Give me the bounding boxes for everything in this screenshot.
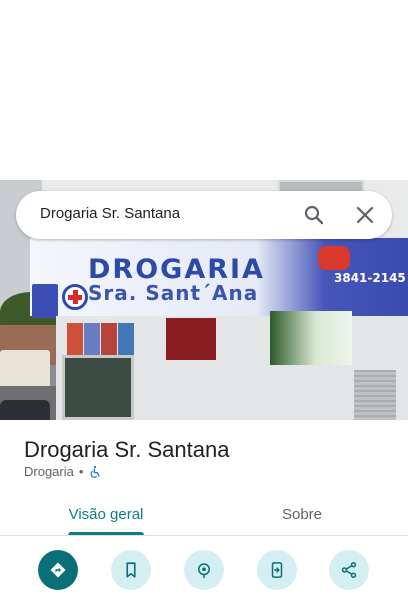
- sign-phone: 3841-2145: [334, 271, 406, 285]
- map-blank-area: [0, 0, 408, 180]
- directions-button[interactable]: [38, 550, 78, 590]
- tab-about[interactable]: Sobre: [248, 492, 356, 536]
- search-icon[interactable]: [302, 203, 326, 227]
- sign-subtitle: Sra. Sant´Ana: [88, 281, 259, 305]
- photo-poster: [118, 323, 134, 355]
- scooter-icon: [318, 246, 350, 270]
- photo-advert: [270, 311, 352, 365]
- photo-poster: [67, 323, 83, 355]
- tab-overview[interactable]: Visão geral: [52, 492, 160, 536]
- sign-logo: [32, 284, 58, 318]
- meta-separator: •: [78, 464, 84, 479]
- search-query[interactable]: Drogaria Sr. Santana: [40, 205, 180, 222]
- share-icon: [341, 562, 357, 578]
- bookmark-icon: [126, 562, 136, 578]
- save-button[interactable]: [111, 550, 151, 590]
- place-meta: Drogaria •: [24, 464, 102, 479]
- directions-icon: [50, 562, 66, 578]
- nearby-button[interactable]: [184, 550, 224, 590]
- send-to-phone-button[interactable]: [257, 550, 297, 590]
- close-icon[interactable]: [353, 203, 377, 227]
- nearby-icon: [198, 563, 210, 579]
- search-bar[interactable]: Drogaria Sr. Santana: [16, 191, 392, 239]
- wheelchair-accessible-icon: [90, 465, 101, 478]
- photo-car: [0, 400, 50, 420]
- send-to-phone-icon: [271, 562, 283, 578]
- photo-poster: [101, 323, 117, 355]
- photo-advert: [166, 318, 216, 360]
- photo-truck: [0, 350, 50, 390]
- photo-door: [62, 355, 134, 420]
- pharmacy-cross-icon: [62, 284, 88, 310]
- share-button[interactable]: [329, 550, 369, 590]
- photo-poster: [84, 323, 100, 355]
- place-tabs: Visão geral Sobre: [0, 492, 408, 536]
- active-tab-indicator: [68, 532, 144, 535]
- photo-shutter: [354, 370, 396, 420]
- place-title: Drogaria Sr. Santana: [24, 437, 230, 462]
- place-category[interactable]: Drogaria: [24, 464, 74, 479]
